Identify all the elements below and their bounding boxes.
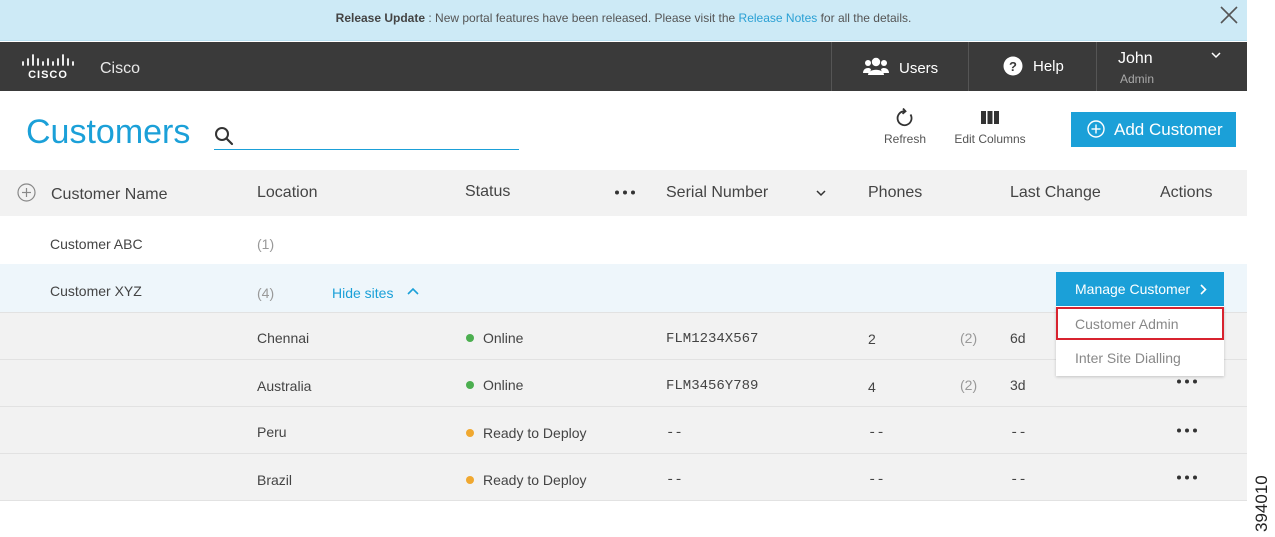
refresh-label: Refresh xyxy=(883,132,927,146)
site-status: Ready to Deploy xyxy=(466,472,587,488)
site-location: Brazil xyxy=(257,472,293,488)
cisco-logo[interactable]: CISCO xyxy=(21,54,75,80)
app-name: Cisco xyxy=(100,60,141,77)
column-header-phones[interactable]: Phones xyxy=(868,184,922,202)
row-actions-icon[interactable] xyxy=(1176,379,1198,384)
site-status: Ready to Deploy xyxy=(466,425,587,441)
site-status: Online xyxy=(466,330,523,346)
status-ready-dot xyxy=(466,429,474,437)
serial-number: -- xyxy=(666,472,683,488)
site-count: (1) xyxy=(257,236,275,252)
phones-badge: (2) xyxy=(960,330,978,346)
add-customer-button[interactable]: Add Customer xyxy=(1071,112,1236,147)
banner-text-after: for all the details. xyxy=(817,11,912,25)
refresh-icon xyxy=(896,108,913,127)
last-change: 3d xyxy=(1010,377,1026,393)
last-change: -- xyxy=(1010,472,1027,488)
users-nav-button[interactable]: Users xyxy=(831,42,968,91)
serial-number: FLM3456Y789 xyxy=(666,378,759,394)
help-label: Help xyxy=(1033,58,1064,75)
user-role: Admin xyxy=(1120,72,1155,86)
banner-title: Release Update xyxy=(335,11,426,25)
add-customer-label: Add Customer xyxy=(1114,120,1223,139)
phones-count: 2 xyxy=(868,331,876,347)
figure-id: 394010 xyxy=(1252,475,1271,532)
serial-number: -- xyxy=(666,425,683,441)
last-change: -- xyxy=(1010,425,1027,441)
column-header-status[interactable]: Status xyxy=(465,183,510,201)
users-icon xyxy=(863,57,889,75)
edit-columns-label: Edit Columns xyxy=(954,132,1026,146)
columns-icon xyxy=(981,111,999,124)
serial-number: FLM1234X567 xyxy=(666,331,759,347)
status-label: Online xyxy=(483,377,524,393)
column-header-serial-number[interactable]: Serial Number xyxy=(666,184,768,202)
help-icon: ? xyxy=(1003,56,1023,76)
phones-badge: (2) xyxy=(960,377,978,393)
top-navigation-bar: CISCO Cisco Users ? Help John Admin xyxy=(0,42,1247,91)
svg-text:?: ? xyxy=(1009,59,1017,74)
column-header-customer-name[interactable]: Customer Name xyxy=(51,186,167,204)
column-header-actions: Actions xyxy=(1160,184,1213,201)
menu-item-label: Inter Site Dialling xyxy=(1075,350,1181,366)
manage-customer-label: Manage Customer xyxy=(1075,281,1191,297)
column-header-last-change[interactable]: Last Change xyxy=(1010,184,1101,202)
manage-customer-menu: Customer Admin Inter Site Dialling xyxy=(1056,306,1224,376)
chevron-up-icon[interactable] xyxy=(407,287,419,295)
customer-name: Customer ABC xyxy=(50,236,143,252)
phones-count: -- xyxy=(868,472,885,488)
status-online-dot xyxy=(466,334,474,342)
table-row[interactable]: Customer ABC (1) xyxy=(0,216,1247,264)
site-location: Peru xyxy=(257,424,287,440)
plus-circle-icon xyxy=(1087,120,1105,138)
hide-sites-link[interactable]: Hide sites xyxy=(332,285,393,301)
user-menu[interactable]: John Admin xyxy=(1096,42,1247,91)
row-actions-icon[interactable] xyxy=(1176,475,1198,480)
banner-message: Release Update : New portal features hav… xyxy=(0,11,1247,25)
status-ready-dot xyxy=(466,476,474,484)
status-online-dot xyxy=(466,381,474,389)
user-name: John xyxy=(1118,50,1153,67)
status-label: Online xyxy=(483,330,524,346)
menu-item-customer-admin[interactable]: Customer Admin xyxy=(1056,307,1224,340)
release-notes-link[interactable]: Release Notes xyxy=(739,11,818,25)
page-title: Customers xyxy=(26,113,191,151)
search-box xyxy=(214,122,519,150)
customer-name: Customer XYZ xyxy=(50,283,142,299)
users-label: Users xyxy=(899,60,939,77)
refresh-button[interactable]: Refresh xyxy=(879,108,931,146)
table-row[interactable]: Brazil Ready to Deploy -- -- -- xyxy=(0,453,1247,501)
release-banner: Release Update : New portal features hav… xyxy=(0,0,1247,41)
close-icon[interactable] xyxy=(1219,5,1239,25)
last-change: 6d xyxy=(1010,330,1026,346)
phones-count: -- xyxy=(868,425,885,441)
chevron-right-icon xyxy=(1200,284,1207,295)
table-header: Customer Name Location Status Serial Num… xyxy=(0,170,1247,216)
site-count: (4) xyxy=(257,285,275,301)
row-actions-icon[interactable] xyxy=(1176,428,1198,433)
edit-columns-button[interactable]: Edit Columns xyxy=(951,108,1029,146)
table-row[interactable]: Peru Ready to Deploy -- -- -- xyxy=(0,406,1247,453)
site-status: Online xyxy=(466,377,523,393)
site-location: Australia xyxy=(257,378,312,394)
help-nav-button[interactable]: ? Help xyxy=(968,42,1096,91)
search-input[interactable] xyxy=(240,124,515,148)
manage-customer-button[interactable]: Manage Customer xyxy=(1056,272,1224,306)
more-options-icon[interactable] xyxy=(614,190,636,195)
site-location: Chennai xyxy=(257,330,310,346)
svg-text:CISCO: CISCO xyxy=(28,69,68,80)
expand-all-icon[interactable] xyxy=(17,183,36,202)
status-label: Ready to Deploy xyxy=(483,472,587,488)
chevron-down-icon xyxy=(1211,52,1221,59)
menu-item-label: Customer Admin xyxy=(1075,316,1179,332)
banner-text-before: : New portal features have been released… xyxy=(425,11,739,25)
phones-count: 4 xyxy=(868,379,876,395)
status-label: Ready to Deploy xyxy=(483,425,587,441)
menu-item-inter-site-dialling[interactable]: Inter Site Dialling xyxy=(1056,341,1224,375)
column-header-location[interactable]: Location xyxy=(257,184,318,202)
search-icon xyxy=(215,127,234,146)
chevron-down-icon[interactable] xyxy=(816,189,826,197)
